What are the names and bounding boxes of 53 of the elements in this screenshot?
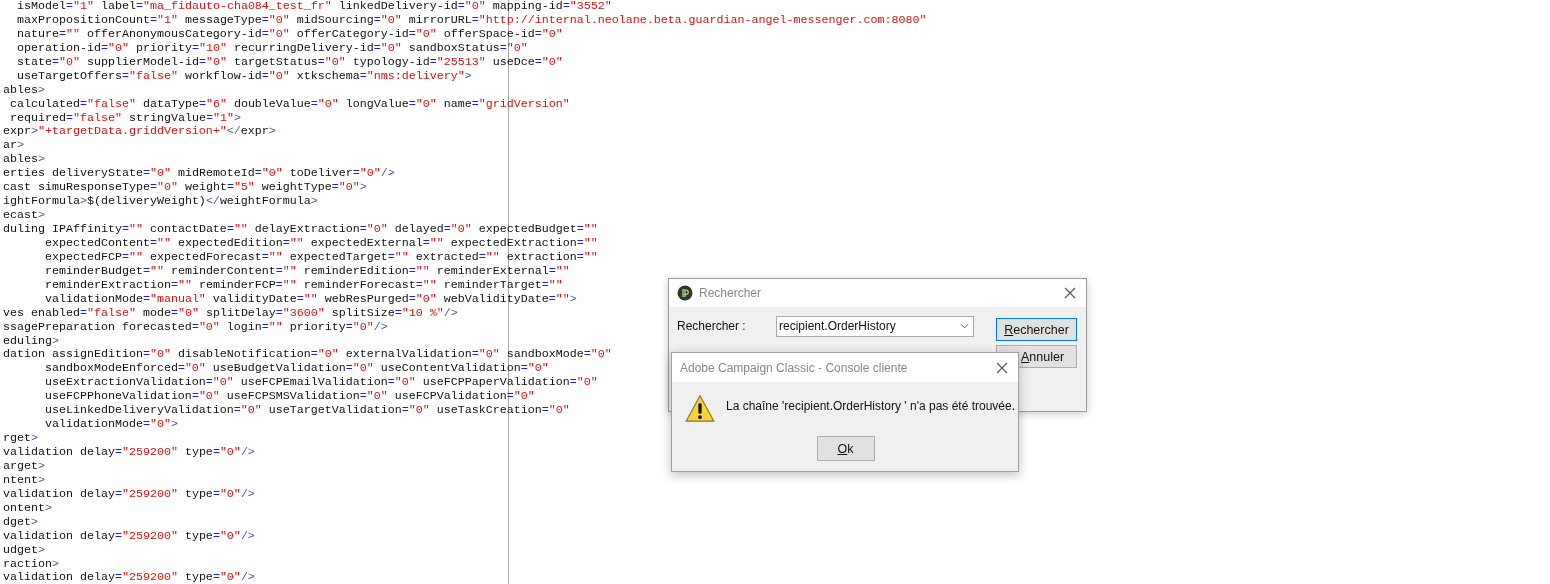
code-line: udget> — [3, 543, 45, 558]
code-line: eduling> — [3, 334, 59, 349]
code-line: useTargetOffers="false" workflow-id="0" xtkschema="nms:delivery"> — [16, 69, 472, 84]
code-line: ntent> — [3, 473, 45, 488]
code-line: ables> — [3, 153, 45, 168]
app-icon — [677, 285, 693, 301]
dialog-button[interactable]: Rechercher — [996, 318, 1077, 341]
code-line: reminderExtraction="" reminderFCP="" reminderForecast="" reminderTarget="" — [43, 278, 563, 293]
code-line: validation delay="259200" type="0"/> — [3, 446, 255, 460]
code-line: ves enabled="false" mode="0" splitDelay="3600" splitSize="10 %"/> — [3, 306, 458, 321]
code-line: ar> — [3, 139, 24, 154]
code-line: validation delay="259200" type="0"/> — [3, 571, 255, 584]
code-line: cast simuResponseType="0" weight="5" weightType="0"> — [3, 181, 367, 196]
code-line: rget> — [3, 432, 38, 446]
code-line: ightFormula>$(deliveryWeight)</weightFormula> — [3, 195, 318, 210]
code-line: arget> — [3, 459, 45, 474]
code-line: useExtractionValidation="0" useFCPEmailValidation="0" useFCPPaperValidation="0" — [43, 376, 598, 391]
code-line: ontent> — [3, 501, 52, 516]
code-line: useFCPPhoneValidation="0" useFCPSMSValidation="0" useFCPValidation="0" — [43, 390, 535, 405]
code-line: dation assignEdition="0" disableNotification="0" externalValidation="0" sandboxMode="0" — [3, 348, 612, 363]
code-line: useLinkedDeliveryValidation="0" useTargetValidation="0" useTaskCreation="0" — [43, 404, 570, 419]
search-combo[interactable]: recipient.OrderHistory — [776, 315, 974, 337]
window-title: Rechercher — [699, 286, 763, 300]
code-line: isModel="1" label="ma_fidauto-cha084_test_fr" linkedDelivery-id="0" mapping-id="3552" — [16, 0, 612, 14]
code-line: calculated="false" dataType="6" doubleValue="0" longValue="0" name="gridVersion" — [9, 97, 570, 112]
dialog-button[interactable]: Ok — [816, 436, 875, 461]
code-line: ecast> — [3, 209, 45, 223]
code-line: reminderBudget="" reminderContent="" reminderEdition="" reminderExternal="" — [43, 264, 570, 279]
close-icon[interactable] — [1064, 287, 1076, 299]
field-label: Rechercher : — [677, 319, 747, 333]
close-icon[interactable] — [996, 361, 1008, 374]
code-line: validation delay="259200" type="0"/> — [3, 529, 255, 544]
code-line: raction> — [3, 557, 59, 572]
code-line: duling IPAffinity="" contactDate="" delayExtraction="0" delayed="0" expectedBudget="" — [3, 223, 598, 237]
code-line: expr>"+targetData.griddVersion+"</expr> — [3, 125, 276, 140]
chevron-down-icon[interactable] — [960, 323, 969, 329]
code-line: nature="" offerAnonymousCategory-id="0" offerCategory-id="0" offerSpace-id="0" — [16, 27, 563, 42]
code-line: maxPropositionCount="1" messageType="0" midSourcing="0" mirrorURL="http://internal.neolane.beta.guardian-angel-messenger.com:8080" — [16, 13, 927, 28]
code-line: validation delay="259200" type="0"/> — [3, 487, 255, 502]
code-line: validationMode="0"> — [43, 418, 178, 433]
message-text: La chaîne 'recipient.OrderHistory ' n'a pas été trouvée. — [726, 398, 1016, 413]
code-line: operation-id="0" priority="10" recurringDelivery-id="0" sandboxStatus="0" — [16, 41, 528, 56]
code-line: dget> — [3, 515, 38, 530]
code-line: expectedFCP="" expectedForecast="" expectedTarget="" extracted="" extraction="" — [43, 250, 598, 265]
window-title: Adobe Campaign Classic - Console cliente — [680, 360, 909, 375]
code-line: ssagePreparation forecasted="0" login="" priority="0"/> — [3, 320, 388, 335]
code-line: expectedContent="" expectedEdition="" expectedExternal="" expectedExtraction="" — [43, 236, 598, 251]
code-line: required="false" stringValue="1"> — [9, 111, 241, 126]
code-line: validationMode="manual" validityDate="" webResPurged="0" webValidityDate=""> — [43, 292, 577, 307]
code-line: ables> — [3, 83, 45, 98]
code-line: state="0" supplierModel-id="0" targetStatus="0" typology-id="25513" useDce="0" — [16, 55, 563, 70]
code-line: sandboxModeEnforced="0" useBudgetValidation="0" useContentValidation="0" — [43, 362, 549, 377]
code-line: erties deliveryState="0" midRemoteId="0" toDeliver="0"/> — [3, 167, 395, 182]
